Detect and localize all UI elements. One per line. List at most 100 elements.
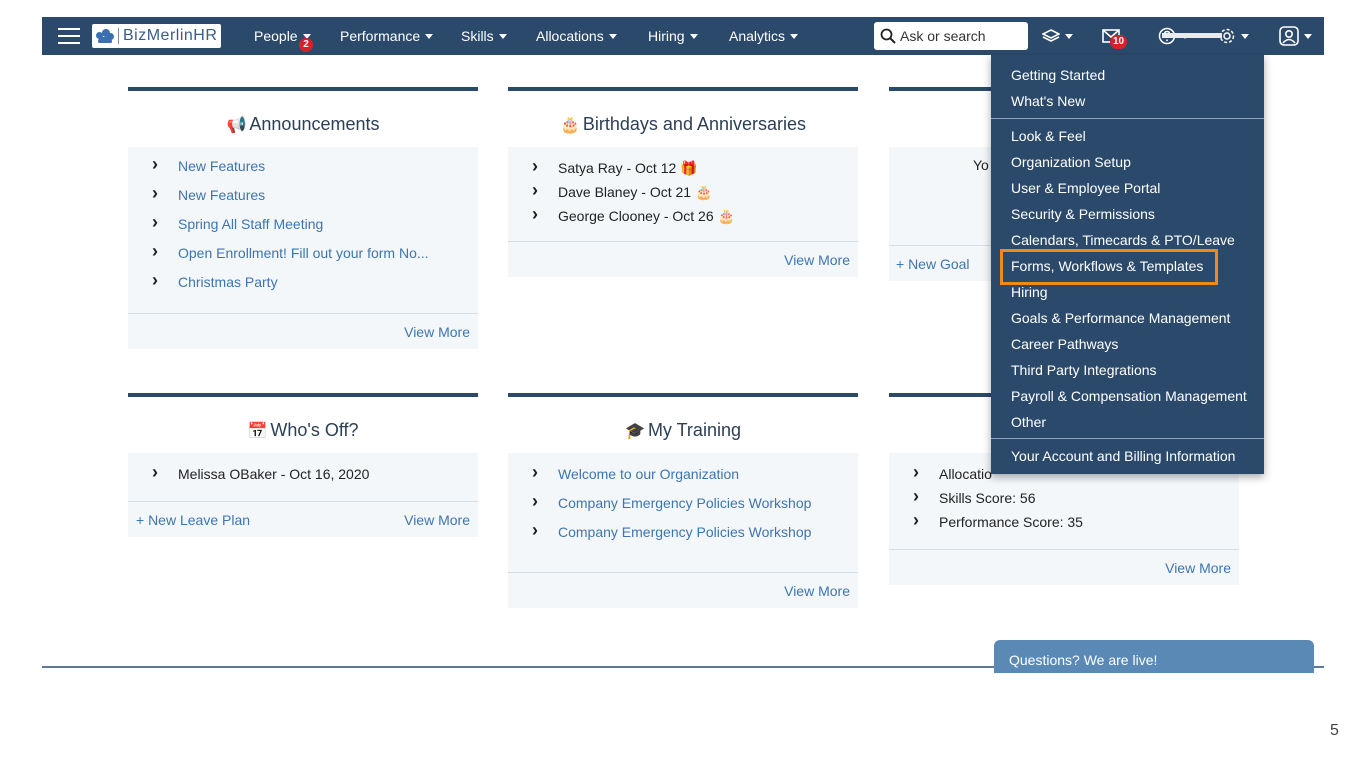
list-item: Skills Score: 56 <box>913 487 1239 513</box>
menu-item-getting-started[interactable]: Getting Started <box>1011 67 1105 83</box>
slide-number: 5 <box>1330 722 1339 739</box>
birthdays-card: 🎂Birthdays and Anniversaries Satya Ray -… <box>508 87 858 277</box>
menu-item-goals-performance[interactable]: Goals & Performance Management <box>1011 310 1230 326</box>
menu-item-payroll-compensation[interactable]: Payroll & Compensation Management <box>1011 388 1247 404</box>
announcements-card: 📢Announcements New Features New Features… <box>128 87 478 349</box>
new-leave-plan-link[interactable]: + New Leave Plan <box>136 512 250 528</box>
whos-off-card: 📅Who's Off? Melissa OBaker - Oct 16, 202… <box>128 393 478 537</box>
menu-item-third-party-integrations[interactable]: Third Party Integrations <box>1011 362 1157 378</box>
nav-allocations-label: Allocations <box>536 28 604 44</box>
announcements-title: 📢 Announcements <box>128 91 478 147</box>
cake-icon: 🎂 <box>559 117 580 134</box>
view-more-link[interactable]: View More <box>1165 560 1231 576</box>
birthday-entry: George Clooney - Oct 26 <box>558 208 714 224</box>
view-more-link[interactable]: View More <box>404 512 470 528</box>
announcements-title-text: Announcements <box>249 114 380 134</box>
chevron-down-icon <box>498 33 507 39</box>
list-item[interactable]: Company Emergency Policies Workshop <box>532 521 858 552</box>
training-title: 🎓 My Training <box>508 397 858 453</box>
menu-item-security-permissions[interactable]: Security & Permissions <box>1011 206 1155 222</box>
people-logo-icon <box>96 29 114 43</box>
nav-analytics[interactable]: Analytics <box>729 17 799 55</box>
settings-active-indicator <box>1162 33 1222 38</box>
live-chat-tab[interactable]: Questions? We are live! <box>994 640 1314 673</box>
nav-performance[interactable]: Performance <box>340 17 434 55</box>
chevron-down-icon <box>689 33 698 39</box>
birthdays-title-text: Birthdays and Anniversaries <box>582 114 807 134</box>
menu-item-account-billing[interactable]: Your Account and Billing Information <box>1011 448 1235 464</box>
settings-menu[interactable] <box>1218 17 1249 55</box>
layers-menu[interactable] <box>1042 17 1073 55</box>
nav-hiring[interactable]: Hiring <box>648 17 698 55</box>
menu-item-calendars-timecards[interactable]: Calendars, Timecards & PTO/Leave <box>1011 232 1235 248</box>
menu-divider <box>991 438 1264 439</box>
whos-off-title-text: Who's Off? <box>270 420 359 440</box>
view-more-link[interactable]: View More <box>784 252 850 268</box>
nav-allocations[interactable]: Allocations <box>536 17 617 55</box>
chevron-down-icon <box>425 33 434 39</box>
search-icon <box>880 28 896 44</box>
graduation-cap-icon: 🎓 <box>625 423 645 440</box>
list-item[interactable]: Open Enrollment! Fill out your form No..… <box>152 242 478 273</box>
messages-badge: 10 <box>1110 35 1128 49</box>
chevron-down-icon <box>608 33 617 39</box>
list-item: Melissa OBaker - Oct 16, 2020 <box>152 463 478 489</box>
view-more-link[interactable]: View More <box>404 324 470 340</box>
list-item: Satya Ray - Oct 12 🎁 <box>532 157 858 183</box>
nav-analytics-label: Analytics <box>729 28 786 44</box>
top-navbar: BizMerlinHR People 2 Performance Skills … <box>42 17 1324 55</box>
menu-item-other[interactable]: Other <box>1011 414 1046 430</box>
cake-icon: 🎂 <box>694 184 713 200</box>
people-notification-badge: 2 <box>299 38 313 52</box>
nav-skills-label: Skills <box>461 28 494 44</box>
megaphone-icon: 📢 <box>226 117 247 134</box>
list-item: George Clooney - Oct 26 🎂 <box>532 205 858 231</box>
chevron-down-icon <box>790 33 799 39</box>
chevron-down-icon <box>1241 33 1249 39</box>
list-item[interactable]: Welcome to our Organization <box>532 463 858 494</box>
menu-item-whats-new[interactable]: What's New <box>1011 93 1085 109</box>
menu-item-look-and-feel[interactable]: Look & Feel <box>1011 128 1086 144</box>
screen: BizMerlinHR People 2 Performance Skills … <box>0 0 1366 768</box>
menu-item-hiring[interactable]: Hiring <box>1011 284 1048 300</box>
menu-item-career-pathways[interactable]: Career Pathways <box>1011 336 1118 352</box>
list-item[interactable]: Christmas Party <box>152 271 478 302</box>
search-box[interactable] <box>874 22 1028 50</box>
app-logo[interactable]: BizMerlinHR <box>92 24 222 48</box>
list-item: Performance Score: 35 <box>913 511 1239 537</box>
list-item[interactable]: New Features <box>152 155 478 186</box>
list-item[interactable]: New Features <box>152 184 478 215</box>
search-input[interactable] <box>900 28 1020 44</box>
training-title-text: My Training <box>647 420 741 440</box>
hamburger-menu-icon[interactable] <box>58 17 82 55</box>
training-card: 🎓My Training Welcome to our Organization… <box>508 393 858 608</box>
goals-text: Yo <box>973 157 989 173</box>
birthdays-title: 🎂 Birthdays and Anniversaries <box>508 91 858 147</box>
gift-icon: 🎁 <box>680 160 698 176</box>
nav-performance-label: Performance <box>340 28 421 44</box>
layers-icon <box>1042 29 1060 42</box>
nav-people-label: People <box>254 28 298 44</box>
list-item[interactable]: Spring All Staff Meeting <box>152 213 478 244</box>
list-item[interactable]: Company Emergency Policies Workshop <box>532 492 858 523</box>
user-menu[interactable] <box>1279 17 1312 55</box>
nav-skills[interactable]: Skills <box>461 17 507 55</box>
chat-label: Questions? We are live! <box>1009 652 1158 668</box>
birthday-entry: Dave Blaney - Oct 21 <box>558 184 692 200</box>
logo-text: BizMerlinHR <box>123 27 218 44</box>
calendar-icon: 📅 <box>247 423 268 440</box>
list-item: Dave Blaney - Oct 21 🎂 <box>532 181 858 207</box>
whos-off-title: 📅 Who's Off? <box>128 397 478 453</box>
birthday-entry: Satya Ray - Oct 12 <box>558 160 677 176</box>
cake-icon: 🎂 <box>717 208 735 224</box>
chevron-down-icon <box>1065 33 1073 39</box>
menu-item-user-employee-portal[interactable]: User & Employee Portal <box>1011 180 1160 196</box>
view-more-link[interactable]: View More <box>784 583 850 599</box>
chevron-down-icon <box>1304 33 1312 39</box>
nav-hiring-label: Hiring <box>648 28 685 44</box>
highlight-box <box>1000 249 1218 285</box>
menu-item-organization-setup[interactable]: Organization Setup <box>1011 154 1131 170</box>
user-avatar-icon <box>1279 26 1299 46</box>
menu-divider <box>991 118 1264 119</box>
new-goal-link[interactable]: + New Goal <box>896 256 970 272</box>
